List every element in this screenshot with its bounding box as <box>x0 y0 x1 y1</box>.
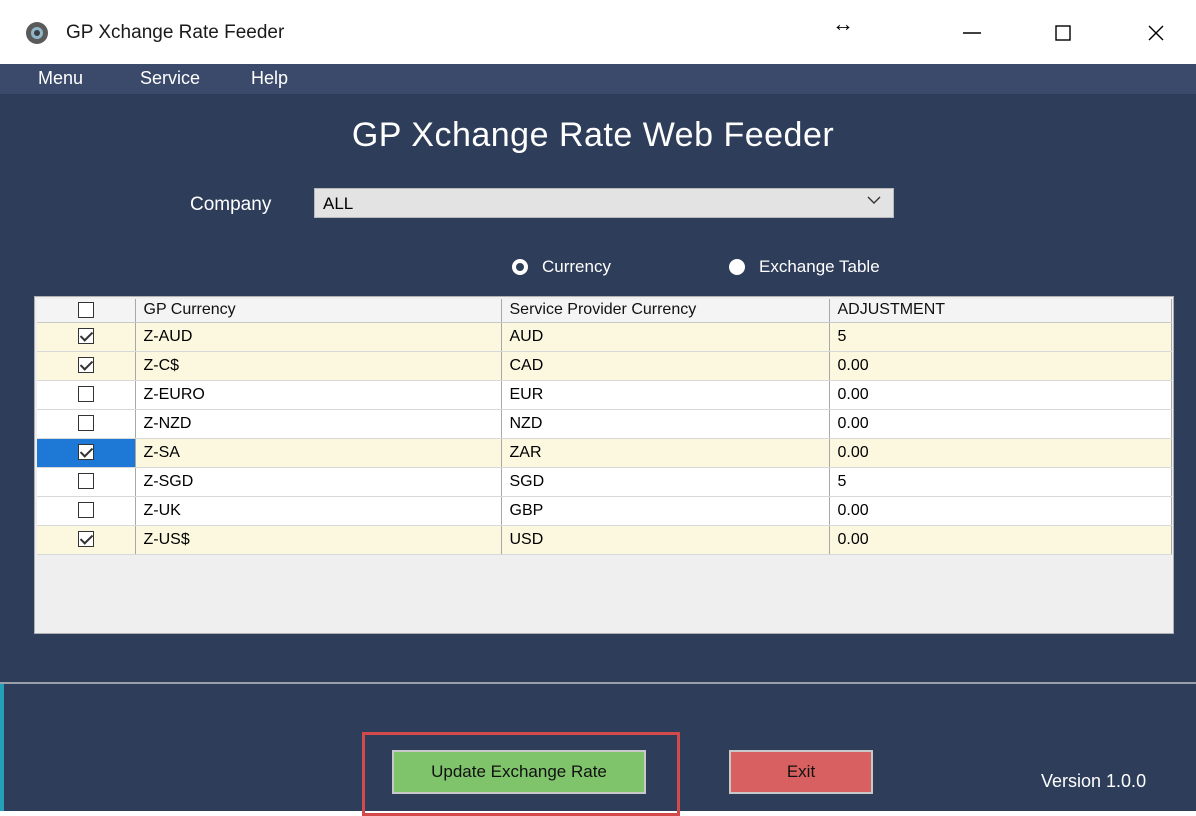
provider-currency-cell[interactable]: AUD <box>501 322 830 352</box>
provider-currency-cell[interactable]: ZAR <box>501 438 830 468</box>
select-all-cell[interactable] <box>37 299 136 323</box>
radio-currency[interactable]: Currency <box>512 257 611 277</box>
header-adjustment[interactable]: ADJUSTMENT <box>829 299 1172 323</box>
table-row[interactable]: Z-AUD AUD 5 <box>37 322 1172 352</box>
adjustment-cell[interactable]: 5 <box>829 467 1172 497</box>
row-checkbox[interactable] <box>77 357 94 374</box>
gp-currency-cell[interactable]: Z-EURO <box>135 380 502 410</box>
gp-currency-cell[interactable]: Z-SA <box>135 438 502 468</box>
adjustment-cell[interactable]: 0.00 <box>829 380 1172 410</box>
row-checkbox-cell[interactable] <box>37 467 136 497</box>
row-checkbox-cell[interactable] <box>37 322 136 352</box>
resize-cursor-icon: ↔ <box>832 11 854 36</box>
row-checkbox[interactable] <box>77 328 94 345</box>
gp-currency-cell[interactable]: Z-SGD <box>135 467 502 497</box>
adjustment-cell[interactable]: 5 <box>829 322 1172 352</box>
menu-item-menu[interactable]: Menu <box>38 68 83 89</box>
row-checkbox[interactable] <box>77 386 94 403</box>
currency-grid[interactable]: GP Currency Service Provider Currency AD… <box>34 296 1174 634</box>
provider-currency-cell[interactable]: NZD <box>501 409 830 439</box>
provider-currency-cell[interactable]: GBP <box>501 496 830 526</box>
table-row[interactable]: Z-SGD SGD 5 <box>37 467 1172 497</box>
company-select[interactable]: ALL <box>314 188 894 218</box>
row-checkbox-cell[interactable] <box>37 351 136 381</box>
adjustment-cell[interactable]: 0.00 <box>829 409 1172 439</box>
table-header-row: GP Currency Service Provider Currency AD… <box>37 299 1172 323</box>
provider-currency-cell[interactable]: EUR <box>501 380 830 410</box>
page-title: GP Xchange Rate Web Feeder <box>351 116 835 154</box>
table-row[interactable]: Z-NZD NZD 0.00 <box>37 409 1172 439</box>
row-checkbox[interactable] <box>77 415 94 432</box>
gp-currency-cell[interactable]: Z-AUD <box>135 322 502 352</box>
gp-currency-cell[interactable]: Z-C$ <box>135 351 502 381</box>
company-select-value: ALL <box>323 194 354 213</box>
main-panel: GP Xchange Rate Web Feeder Company ALL C… <box>0 94 1196 816</box>
row-checkbox-cell[interactable] <box>37 496 136 526</box>
adjustment-cell[interactable]: 0.00 <box>829 496 1172 526</box>
minimize-icon <box>963 32 981 34</box>
maximize-icon <box>1055 25 1071 41</box>
adjustment-cell[interactable]: 0.00 <box>829 351 1172 381</box>
header-provider-currency[interactable]: Service Provider Currency <box>501 299 830 323</box>
radio-exchange-table[interactable]: Exchange Table <box>729 257 880 277</box>
app-icon <box>26 22 48 44</box>
menu-bar: Menu Service Help <box>0 64 1196 94</box>
table-row[interactable]: Z-C$ CAD 0.00 <box>37 351 1172 381</box>
gp-currency-cell[interactable]: Z-UK <box>135 496 502 526</box>
adjustment-cell[interactable]: 0.00 <box>829 438 1172 468</box>
gp-currency-cell[interactable]: Z-NZD <box>135 409 502 439</box>
exit-button[interactable]: Exit <box>729 750 873 794</box>
row-checkbox[interactable] <box>77 502 94 519</box>
radio-currency-label: Currency <box>542 257 611 276</box>
company-label: Company <box>190 194 272 215</box>
left-accent-bar <box>0 684 4 811</box>
maximize-button[interactable] <box>1043 18 1083 48</box>
row-checkbox[interactable] <box>77 531 94 548</box>
version-label: Version 1.0.0 <box>1041 771 1147 791</box>
table-row[interactable]: Z-SA ZAR 0.00 <box>37 438 1172 468</box>
window-title: GP Xchange Rate Feeder <box>66 22 285 43</box>
title-bar: GP Xchange Rate Feeder ↔ <box>0 0 1196 64</box>
row-checkbox-cell[interactable] <box>37 438 136 468</box>
minimize-button[interactable] <box>952 18 992 48</box>
section-divider <box>0 682 1196 684</box>
provider-currency-cell[interactable]: SGD <box>501 467 830 497</box>
close-icon <box>1148 25 1164 41</box>
radio-exchange-table-label: Exchange Table <box>759 257 880 276</box>
chevron-down-icon <box>867 193 881 212</box>
header-gp-currency[interactable]: GP Currency <box>135 299 502 323</box>
currency-table: GP Currency Service Provider Currency AD… <box>37 299 1172 555</box>
provider-currency-cell[interactable]: USD <box>501 525 830 555</box>
row-checkbox[interactable] <box>77 473 94 490</box>
row-checkbox-cell[interactable] <box>37 409 136 439</box>
radio-currency-indicator <box>512 259 528 275</box>
update-exchange-rate-button[interactable]: Update Exchange Rate <box>392 750 646 794</box>
gp-currency-cell[interactable]: Z-US$ <box>135 525 502 555</box>
close-button[interactable] <box>1136 18 1176 48</box>
table-row[interactable]: Z-US$ USD 0.00 <box>37 525 1172 555</box>
select-all-checkbox[interactable] <box>77 302 94 319</box>
provider-currency-cell[interactable]: CAD <box>501 351 830 381</box>
adjustment-cell[interactable]: 0.00 <box>829 525 1172 555</box>
table-row[interactable]: Z-UK GBP 0.00 <box>37 496 1172 526</box>
menu-item-help[interactable]: Help <box>251 68 288 89</box>
row-checkbox-cell[interactable] <box>37 525 136 555</box>
row-checkbox-cell[interactable] <box>37 380 136 410</box>
row-checkbox[interactable] <box>77 444 94 461</box>
radio-exchange-table-indicator <box>729 259 745 275</box>
table-row[interactable]: Z-EURO EUR 0.00 <box>37 380 1172 410</box>
menu-item-service[interactable]: Service <box>140 68 200 89</box>
